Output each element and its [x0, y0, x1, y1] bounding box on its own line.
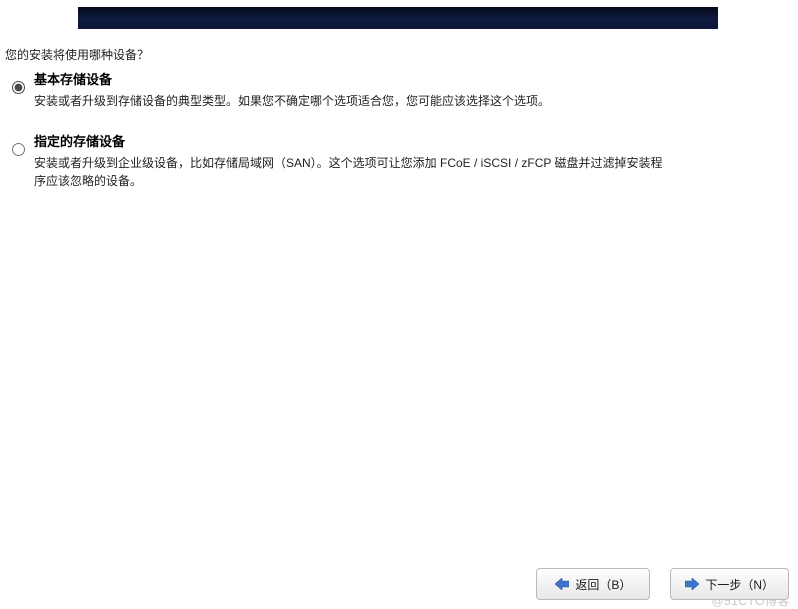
storage-options-group: 基本存储设备 安装或者升级到存储设备的典型类型。如果您不确定哪个选项适合您，您可… — [12, 72, 672, 214]
page-question: 您的安装将使用哪种设备？ — [5, 46, 149, 63]
next-button-label: 下一步（N） — [705, 576, 774, 593]
back-button-label: 返回（B） — [575, 576, 631, 593]
option-specified-storage[interactable]: 指定的存储设备 安装或者升级到企业级设备，比如存储局域网（SAN）。这个选项可让… — [12, 134, 672, 190]
option-basic-desc: 安装或者升级到存储设备的典型类型。如果您不确定哪个选项适合您，您可能应该选择这个… — [34, 92, 672, 110]
arrow-right-icon — [685, 578, 699, 590]
next-button[interactable]: 下一步（N） — [670, 568, 789, 600]
option-specified-desc: 安装或者升级到企业级设备，比如存储局域网（SAN）。这个选项可让您添加 FCoE… — [34, 154, 672, 190]
arrow-left-icon — [555, 578, 569, 590]
header-banner — [78, 7, 718, 29]
radio-basic-storage[interactable] — [12, 81, 25, 94]
option-specified-title: 指定的存储设备 — [34, 134, 672, 151]
back-button[interactable]: 返回（B） — [536, 568, 650, 600]
radio-specified-storage[interactable] — [12, 143, 25, 156]
footer-buttons: 返回（B） 下一步（N） — [536, 568, 789, 600]
option-basic-title: 基本存储设备 — [34, 72, 672, 89]
option-basic-storage[interactable]: 基本存储设备 安装或者升级到存储设备的典型类型。如果您不确定哪个选项适合您，您可… — [12, 72, 672, 110]
